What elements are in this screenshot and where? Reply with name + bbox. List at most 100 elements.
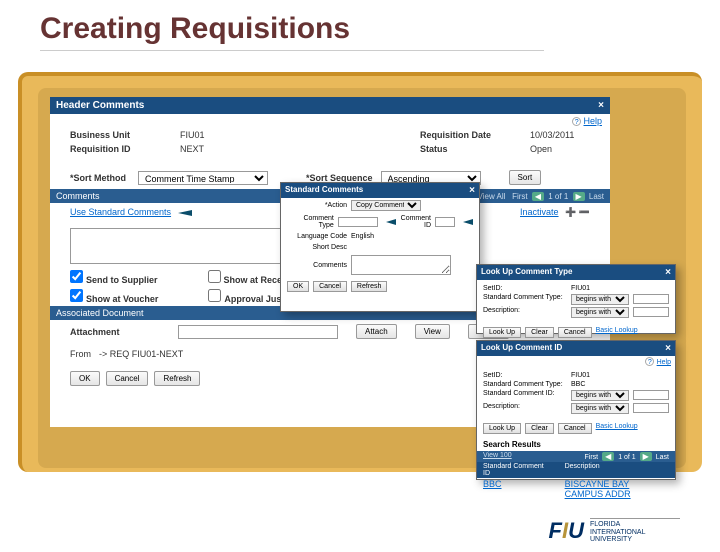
- comments-textarea[interactable]: [351, 255, 451, 275]
- arrow-icon: [386, 219, 396, 225]
- help-icon[interactable]: ?: [645, 357, 654, 366]
- sci-input[interactable]: [633, 390, 669, 400]
- setid-label: SetID:: [483, 285, 567, 292]
- popup-cid-title: Look Up Comment ID: [481, 343, 562, 354]
- attach-button[interactable]: Attach: [356, 324, 397, 339]
- use-std-comments-link[interactable]: Use Standard Comments: [70, 207, 171, 217]
- ctype-input[interactable]: [338, 217, 378, 227]
- popup-lookup-comment-id: Look Up Comment ID× ? Help SetID:FIU01 S…: [476, 340, 676, 480]
- help-link[interactable]: Help: [583, 116, 602, 126]
- cancel-button[interactable]: Cancel: [558, 423, 592, 434]
- pager-prev-icon[interactable]: ◀: [532, 192, 544, 201]
- sci-op-select[interactable]: begins with: [571, 390, 629, 401]
- reqid-value: NEXT: [180, 144, 240, 154]
- fiu-logo: FIU FLORIDAINTERNATIONALUNIVERSITY: [549, 518, 680, 544]
- pager-first[interactable]: First: [585, 454, 599, 461]
- setid-value: FIU01: [571, 285, 590, 292]
- view-button[interactable]: View: [415, 324, 450, 339]
- sc-ok-button[interactable]: OK: [287, 281, 309, 292]
- lookup-button[interactable]: Look Up: [483, 327, 521, 338]
- sc-cancel-button[interactable]: Cancel: [313, 281, 347, 292]
- ok-button[interactable]: OK: [70, 371, 100, 386]
- sort-method-label: *Sort Method: [70, 173, 130, 183]
- desc-input[interactable]: [633, 307, 669, 317]
- reqdate-value: 10/03/2011: [530, 130, 590, 140]
- view100-link[interactable]: View 100: [483, 452, 512, 461]
- lang-label: Language Code: [287, 233, 347, 240]
- sc-refresh-button[interactable]: Refresh: [351, 281, 388, 292]
- basic-lookup-link[interactable]: Basic Lookup: [596, 327, 638, 338]
- comments-label: Comments: [287, 262, 347, 269]
- desc-label: Description:: [483, 307, 567, 318]
- slide-title: Creating Requisitions: [40, 12, 544, 51]
- close-icon[interactable]: ×: [598, 100, 604, 111]
- reqid-label: Requisition ID: [70, 144, 160, 154]
- sort-seq-label: *Sort Sequence: [306, 173, 373, 183]
- assoc-doc-title: Associated Document: [56, 308, 144, 318]
- lang-value: English: [351, 233, 374, 240]
- popup-type-title: Look Up Comment Type: [481, 267, 572, 278]
- cancel-button[interactable]: Cancel: [558, 327, 592, 338]
- del-row-icon[interactable]: ➖: [579, 207, 590, 217]
- col-comment-id[interactable]: Standard Comment ID: [477, 462, 559, 478]
- pager-count: 1 of 1: [618, 454, 636, 461]
- cid-label: Comment ID: [400, 215, 431, 229]
- arrow-icon: [178, 210, 192, 216]
- arrow-icon: [463, 219, 473, 225]
- header-title: Header Comments: [56, 100, 144, 111]
- pager-last[interactable]: Last: [656, 454, 669, 461]
- bu-value: FIU01: [180, 130, 240, 140]
- refresh-button[interactable]: Refresh: [154, 371, 200, 386]
- desc-op-select[interactable]: begins with: [571, 403, 629, 414]
- sort-button[interactable]: Sort: [509, 170, 542, 185]
- sct-label: Standard Comment Type:: [483, 381, 567, 388]
- clear-button[interactable]: Clear: [525, 327, 554, 338]
- sct-value: BBC: [571, 381, 585, 388]
- cid-input[interactable]: [435, 217, 455, 227]
- fiu-name: FLORIDAINTERNATIONALUNIVERSITY: [590, 521, 680, 544]
- cancel-button[interactable]: Cancel: [106, 371, 149, 386]
- sct-input[interactable]: [633, 294, 669, 304]
- basic-lookup-link[interactable]: Basic Lookup: [596, 423, 638, 434]
- desc-input[interactable]: [633, 403, 669, 413]
- show-voucher-check[interactable]: Show at Voucher: [70, 289, 158, 304]
- clear-button[interactable]: Clear: [525, 423, 554, 434]
- setid-label: SetID:: [483, 372, 567, 379]
- shortdesc-label: Short Desc: [287, 244, 347, 251]
- pager-prev-icon[interactable]: ◀: [602, 452, 614, 461]
- pager-next-icon[interactable]: ▶: [640, 452, 652, 461]
- status-value: Open: [530, 144, 590, 154]
- desc-op-select[interactable]: begins with: [571, 307, 629, 318]
- action-select[interactable]: Copy Comment: [351, 200, 421, 211]
- reqdate-label: Requisition Date: [420, 130, 510, 140]
- search-results-heading: Search Results: [477, 438, 675, 451]
- action-label: *Action: [287, 202, 347, 209]
- col-description[interactable]: Description: [559, 462, 675, 478]
- fiu-mark: FIU: [549, 518, 584, 544]
- attachment-input[interactable]: [178, 325, 338, 339]
- add-row-icon[interactable]: ➕: [565, 207, 576, 217]
- help-link[interactable]: Help: [657, 359, 671, 366]
- send-supplier-check[interactable]: Send to Supplier: [70, 270, 158, 285]
- close-icon[interactable]: ×: [469, 185, 475, 196]
- close-icon[interactable]: ×: [665, 267, 671, 278]
- result-row-id[interactable]: BBC: [483, 479, 502, 489]
- help-row: ? Help: [50, 114, 610, 128]
- help-icon[interactable]: ?: [572, 117, 581, 126]
- attachment-label: Attachment: [70, 327, 160, 337]
- popup-sc-title: Standard Comments: [285, 185, 363, 196]
- status-label: Status: [420, 144, 510, 154]
- header-bar: Header Comments ×: [50, 97, 610, 114]
- inactivate-link[interactable]: Inactivate: [520, 207, 559, 217]
- sort-method-select[interactable]: Comment Time Stamp: [138, 171, 268, 185]
- lookup-button[interactable]: Look Up: [483, 423, 521, 434]
- popup-lookup-type: Look Up Comment Type × SetID: FIU01 Standa…: [476, 264, 676, 334]
- sci-label: Standard Comment ID:: [483, 390, 567, 401]
- pager-next-icon[interactable]: ▶: [573, 192, 585, 201]
- close-icon[interactable]: ×: [665, 343, 671, 354]
- result-row-desc[interactable]: BISCAYNE BAY CAMPUS ADDR: [565, 479, 631, 499]
- from-label: From: [70, 349, 91, 359]
- comments-bar-title: Comments: [56, 191, 100, 201]
- sct-label: Standard Comment Type:: [483, 294, 567, 305]
- sct-op-select[interactable]: begins with: [571, 294, 629, 305]
